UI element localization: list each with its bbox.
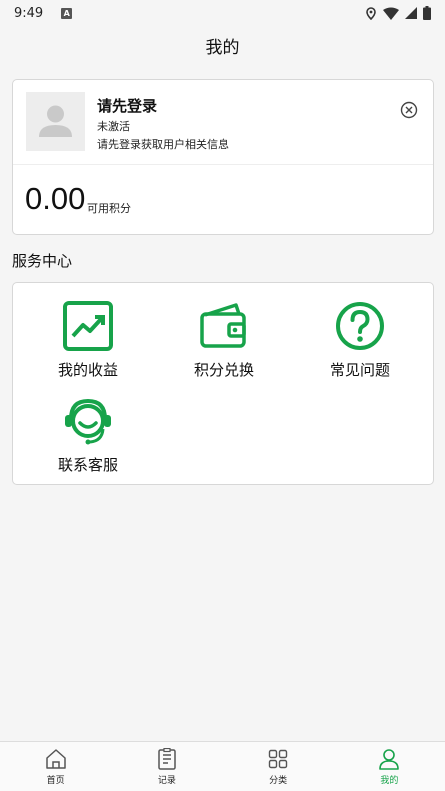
record-icon	[158, 747, 176, 770]
location-icon	[366, 6, 376, 20]
battery-icon	[423, 6, 431, 20]
bottom-navigation: 首页 记录 分类 我的	[0, 741, 445, 791]
points-value: 0.00	[25, 181, 86, 216]
wifi-icon	[383, 7, 399, 20]
profile-card: 请先登录 未激活 请先登录获取用户相关信息 0.00 可用积分	[12, 79, 434, 235]
close-circle-icon	[400, 101, 418, 119]
service-center-card: 我的收益 积分兑换 常见问题 联系客服	[12, 282, 434, 485]
question-circle-icon	[336, 302, 384, 350]
service-label: 我的收益	[57, 361, 118, 379]
earnings-chart-icon	[63, 301, 113, 351]
service-item-points-exchange[interactable]: 积分兑换	[174, 300, 274, 380]
page-title: 我的	[205, 38, 240, 58]
status-time: 9:49	[14, 5, 44, 21]
nav-label: 记录	[157, 775, 176, 786]
nav-label: 我的	[380, 775, 399, 786]
service-item-faq[interactable]: 常见问题	[310, 300, 410, 380]
close-button[interactable]	[400, 101, 418, 119]
login-hint: 请先登录获取用户相关信息	[97, 138, 229, 151]
default-avatar-icon	[39, 105, 72, 137]
service-label: 积分兑换	[193, 361, 254, 379]
avatar[interactable]	[26, 92, 85, 151]
home-icon	[45, 748, 66, 769]
nav-label: 首页	[46, 775, 65, 786]
nav-item-mine[interactable]: 我的	[334, 742, 445, 791]
nav-label: 分类	[269, 775, 288, 786]
status-bar: 9:49 A	[0, 0, 445, 26]
service-item-earnings[interactable]: 我的收益	[38, 300, 138, 380]
grid-category-icon	[268, 749, 288, 768]
nav-item-record[interactable]: 记录	[111, 742, 222, 791]
login-prompt-title[interactable]: 请先登录	[97, 95, 157, 116]
app-screen: 9:49 A 我的 请先登录 未激活 请先登录获取用户相关信息 0.00 可用积…	[0, 0, 445, 791]
notification-a-icon: A	[61, 7, 73, 19]
activation-status: 未激活	[97, 120, 130, 133]
cellular-signal-icon	[405, 7, 417, 19]
points-label: 可用积分	[87, 202, 131, 215]
wallet-icon	[200, 303, 246, 348]
nav-item-category[interactable]: 分类	[223, 742, 334, 791]
divider	[13, 164, 433, 165]
service-label: 联系客服	[57, 456, 118, 474]
nav-item-home[interactable]: 首页	[0, 742, 111, 791]
service-label: 常见问题	[329, 361, 390, 379]
service-item-customer-service[interactable]: 联系客服	[38, 395, 138, 475]
service-center-title: 服务中心	[12, 252, 73, 270]
customer-service-icon	[65, 398, 111, 445]
user-icon	[379, 748, 400, 770]
